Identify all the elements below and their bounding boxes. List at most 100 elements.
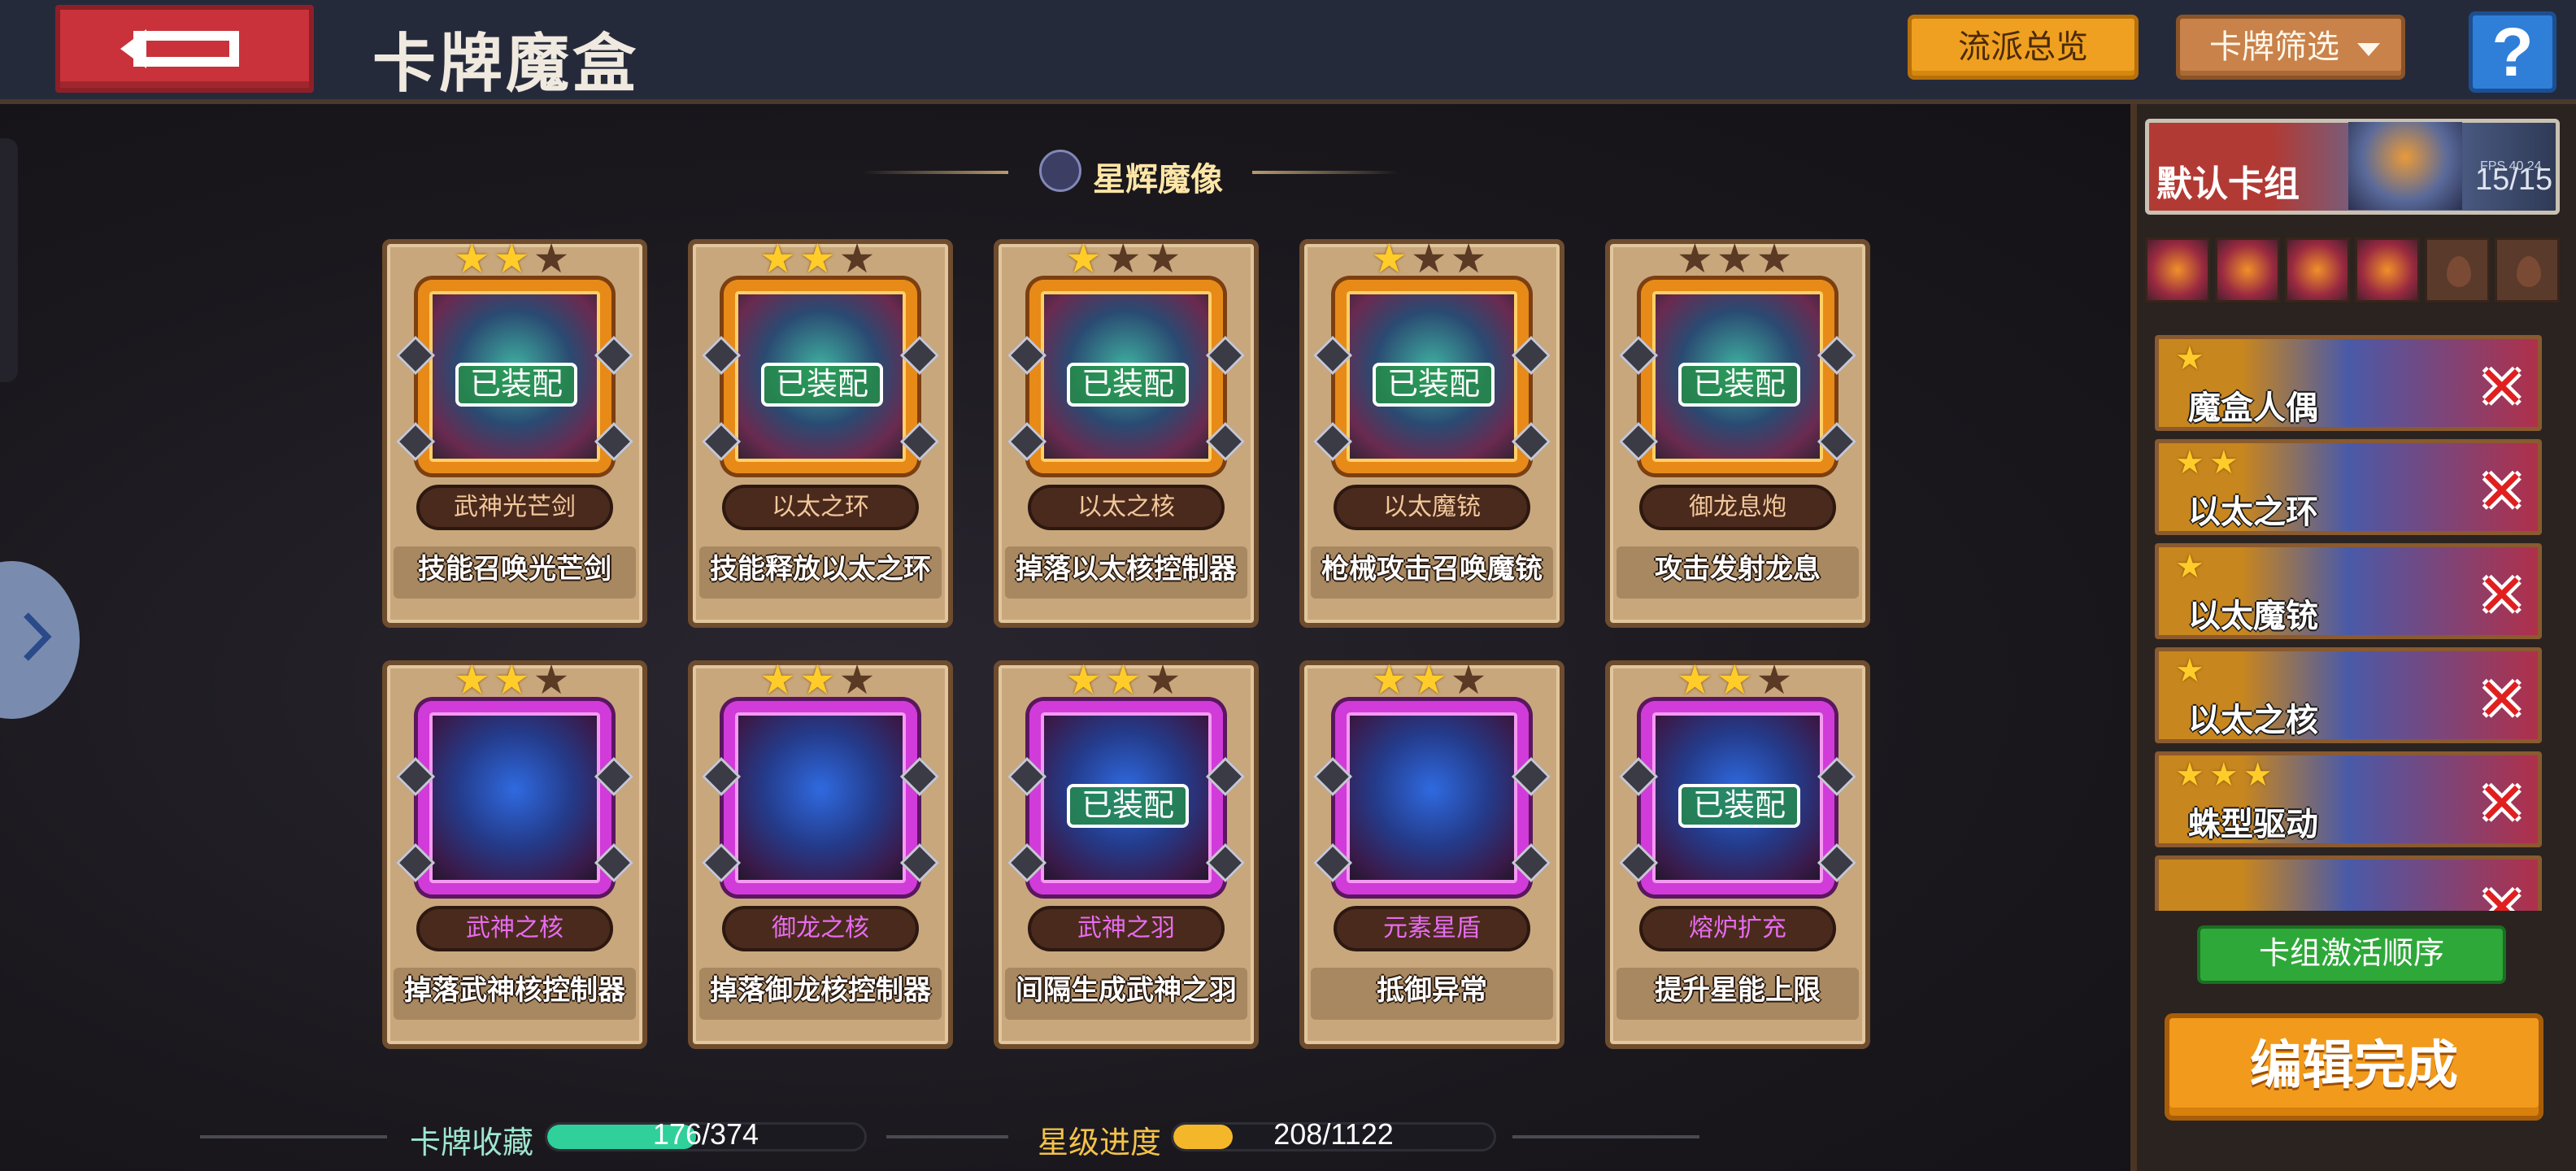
card-name: 武神之核: [416, 906, 613, 951]
deck-list-item[interactable]: ★ ★ 以太之环 ✕: [2155, 439, 2542, 535]
card-name: 武神之羽: [1028, 906, 1225, 951]
deck-slot-filled[interactable]: [2145, 237, 2210, 303]
chevron-right-icon: [24, 612, 52, 661]
deck-slot-filled[interactable]: [2355, 237, 2420, 303]
deck-item-stars: ★: [2175, 341, 2204, 377]
card-name: 武神光芒剑: [416, 485, 613, 530]
equipped-badge: 已装配: [1678, 784, 1800, 828]
divider: [1512, 1135, 1699, 1138]
card[interactable]: ★ ★ ★ 已装配 以太之环 技能释放以太之环: [688, 236, 953, 628]
equipped-badge: 已装配: [1067, 363, 1189, 407]
card-description: 间隔生成武神之羽: [1016, 975, 1237, 1006]
card[interactable]: ★ ★ ★ 元素星盾 抵御异常: [1299, 657, 1564, 1049]
card-name: 元素星盾: [1334, 906, 1530, 951]
card-name: 御龙息炮: [1639, 485, 1836, 530]
deck-slot-empty[interactable]: [2425, 237, 2490, 303]
card-stars: ★ ★ ★: [1677, 657, 1792, 703]
equipped-badge: 已装配: [1067, 784, 1189, 828]
star-progress-value: 208/1122: [1273, 1117, 1394, 1151]
card-description: 攻击发射龙息: [1655, 554, 1821, 585]
deck-slot-row: [2145, 237, 2560, 303]
deck-activation-order-button[interactable]: 卡组激活顺序: [2197, 925, 2506, 984]
equipped-badge: 已装配: [1678, 363, 1800, 407]
deck-item-name: 以太之环: [2188, 494, 2318, 530]
star-icon: ★: [1371, 236, 1408, 281]
card[interactable]: ★ ★ ★ 已装配 熔炉扩充 提升星能上限: [1605, 657, 1870, 1049]
divider: [886, 1135, 1008, 1138]
star-icon: ★: [1371, 657, 1408, 703]
card-name: 熔炉扩充: [1639, 906, 1836, 951]
remove-icon[interactable]: ✕: [2478, 359, 2526, 417]
star-icon: ★: [1756, 657, 1793, 703]
deck-card-list[interactable]: ★ 魔盒人偶 ✕ ★ ★ 以太之环 ✕ ★ 以太魔铳 ✕ ★ 以太之核 ✕ ★ ★ ★ 蛛型驱动 ✕ ✕: [2155, 335, 2547, 911]
remove-icon[interactable]: ✕: [2478, 463, 2526, 521]
card-stars: ★ ★ ★: [1371, 236, 1486, 281]
star-icon: ★: [1065, 657, 1102, 703]
star-progress-label: 星级进度: [1038, 1126, 1162, 1160]
star-icon: ★: [759, 657, 796, 703]
card[interactable]: ★ ★ ★ 已装配御龙息炮攻击发射龙息: [1605, 236, 1870, 628]
star-icon: ★: [1104, 236, 1142, 281]
card-stars: ★ ★ ★: [759, 657, 875, 703]
empty-slot-icon: [2447, 256, 2471, 287]
deck-item-name: 以太魔铳: [2188, 599, 2318, 634]
deck-item-name: 蛛型驱动: [2188, 807, 2318, 842]
deck-list-item[interactable]: ✕: [2155, 855, 2542, 911]
card-stars: ★ ★ ★: [1677, 236, 1792, 281]
edit-done-button[interactable]: 编辑完成: [2165, 1013, 2543, 1121]
star-icon: ★: [1756, 236, 1793, 281]
star-icon: ★: [1716, 236, 1753, 281]
deck-portrait-icon: [2348, 122, 2462, 210]
deck-list-item[interactable]: ★ 以太魔铳 ✕: [2155, 543, 2542, 639]
card[interactable]: ★ ★ ★ 武神之核 掉落武神核控制器: [382, 657, 647, 1049]
card-filter-dropdown[interactable]: 卡牌筛选: [2176, 15, 2405, 80]
card[interactable]: ★ ★ ★ 已装配 武神光芒剑 技能召唤光芒剑: [382, 236, 647, 628]
deck-slot-filled[interactable]: [2285, 237, 2350, 303]
card-description: 技能召唤光芒剑: [418, 554, 611, 585]
star-icon: ★: [1677, 657, 1713, 703]
card[interactable]: ★ ★ ★ 已装配 以太魔铳 枪械攻击召唤魔铳: [1299, 236, 1564, 628]
deck-slot-filled[interactable]: [2215, 237, 2280, 303]
remove-icon[interactable]: ✕: [2478, 775, 2526, 834]
card[interactable]: ★ ★ ★ 已装配 以太之核 掉落以太核控制器: [994, 236, 1259, 628]
remove-icon[interactable]: ✕: [2478, 567, 2526, 625]
star-icon: ★: [1104, 657, 1142, 703]
star-icon: ★: [493, 236, 530, 281]
deck-slot-empty[interactable]: [2495, 237, 2560, 303]
empty-slot-icon: [2517, 256, 2541, 287]
deck-name: 默认卡组: [2156, 164, 2300, 204]
remove-icon[interactable]: ✕: [2478, 671, 2526, 729]
deck-item-name: 以太之核: [2188, 703, 2318, 738]
back-button[interactable]: [55, 5, 314, 93]
help-button[interactable]: ?: [2469, 11, 2556, 93]
card[interactable]: ★ ★ ★ 已装配 武神之羽 间隔生成武神之羽: [994, 657, 1259, 1049]
deck-list-item[interactable]: ★ 以太之核 ✕: [2155, 647, 2542, 743]
chevron-down-icon: [2357, 43, 2380, 56]
page-title: 卡牌魔盒: [372, 28, 640, 99]
section-divider-left: [862, 171, 1008, 174]
star-icon: ★: [2243, 757, 2273, 793]
star-icon: ★: [2175, 757, 2204, 793]
star-icon: ★: [2208, 757, 2239, 793]
collection-label: 卡牌收藏: [410, 1126, 534, 1160]
card-art-icon: [724, 701, 917, 895]
card-description: 掉落以太核控制器: [1016, 554, 1237, 585]
star-icon: ★: [454, 657, 490, 703]
star-icon: ★: [1450, 236, 1487, 281]
star-icon: ★: [1716, 657, 1753, 703]
card-stars: ★ ★ ★: [454, 657, 569, 703]
deck-list-item[interactable]: ★ 魔盒人偶 ✕: [2155, 335, 2542, 431]
card-filter-label: 卡牌筛选: [2209, 29, 2339, 65]
star-icon: ★: [1144, 236, 1181, 281]
card-description: 技能释放以太之环: [710, 554, 931, 585]
card[interactable]: ★ ★ ★ 御龙之核 掉落御龙核控制器: [688, 657, 953, 1049]
star-icon: ★: [2175, 653, 2204, 689]
remove-icon[interactable]: ✕: [2478, 879, 2526, 911]
overview-button[interactable]: 流派总览: [1908, 15, 2139, 80]
star-icon: ★: [2175, 341, 2204, 377]
star-icon: ★: [2208, 445, 2239, 481]
card-art-icon: [1335, 701, 1529, 895]
section-title: 星辉魔像: [1093, 162, 1223, 198]
star-icon: ★: [1065, 236, 1102, 281]
deck-list-item[interactable]: ★ ★ ★ 蛛型驱动 ✕: [2155, 751, 2542, 847]
